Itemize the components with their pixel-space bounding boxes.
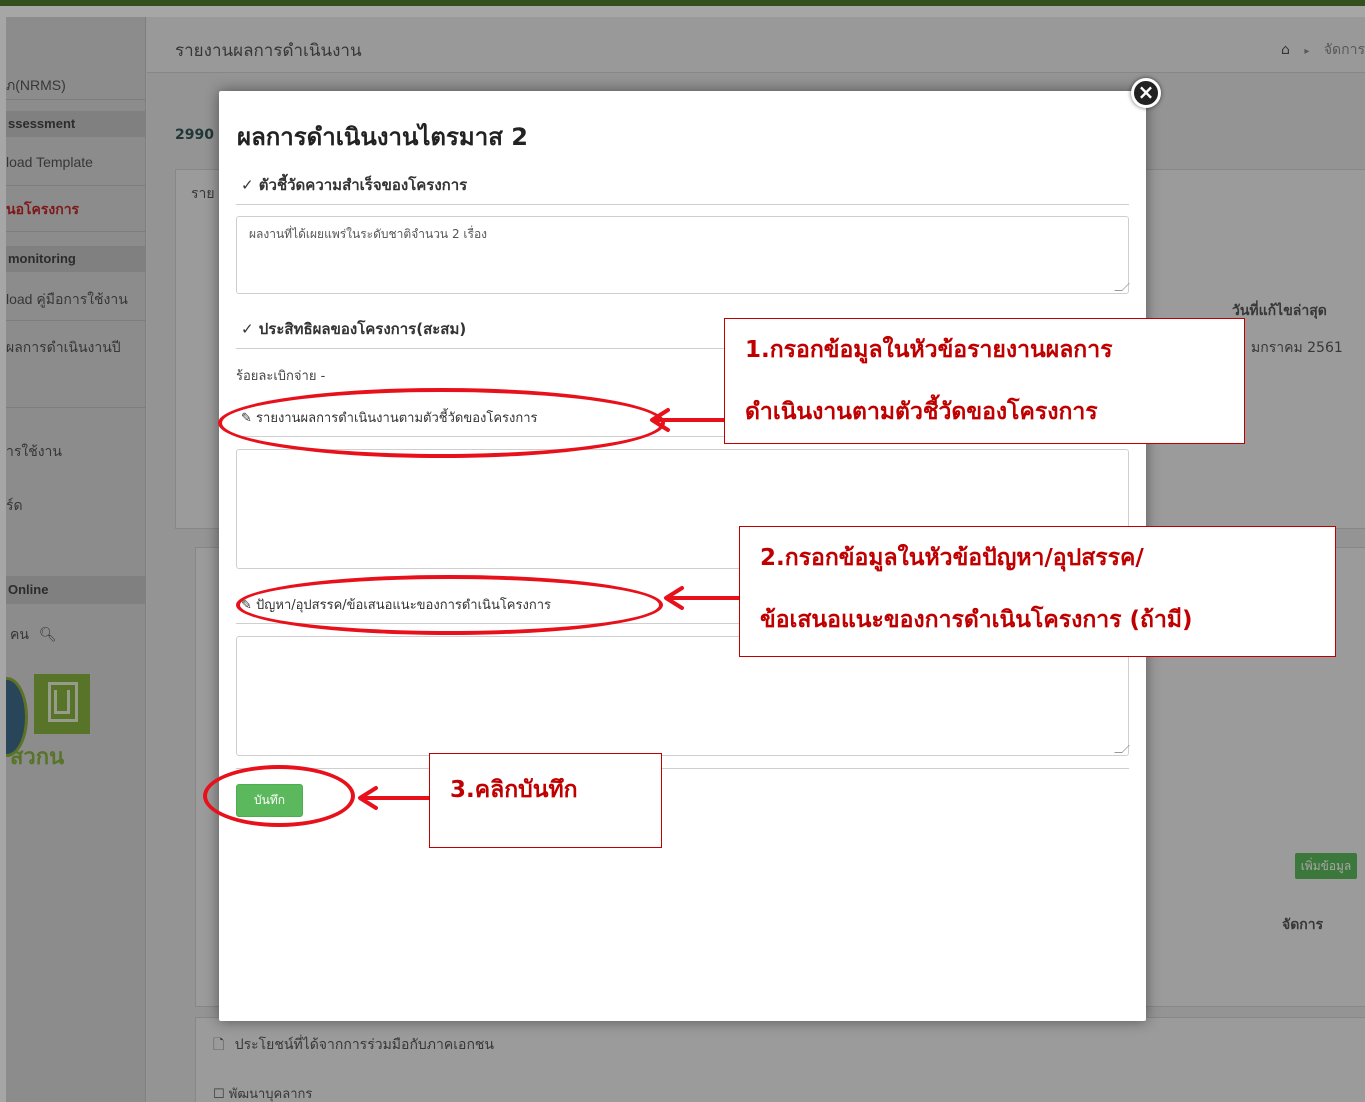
step1-line1: 1.กรอกข้อมูลในหัวข้อรายงานผลการ (745, 337, 1113, 363)
annotation-step1: 1.กรอกข้อมูลในหัวข้อรายงานผลการ ดำเนินงา… (724, 318, 1245, 444)
step3-text: 3.คลิกบันทึก (450, 777, 578, 803)
step1-line2: ดำเนินงานตามตัวชี้วัดของโครงการ (745, 399, 1098, 425)
step2-line2: ข้อเสนอแนะของการดำเนินโครงการ (ถ้ามี) (760, 607, 1193, 633)
step2-line1: 2.กรอกข้อมูลในหัวข้อปัญหา/อุปสรรค/ (760, 545, 1144, 571)
annotation-step3: 3.คลิกบันทึก (429, 753, 662, 848)
annotation-step2: 2.กรอกข้อมูลในหัวข้อปัญหา/อุปสรรค/ ข้อเส… (739, 526, 1336, 657)
